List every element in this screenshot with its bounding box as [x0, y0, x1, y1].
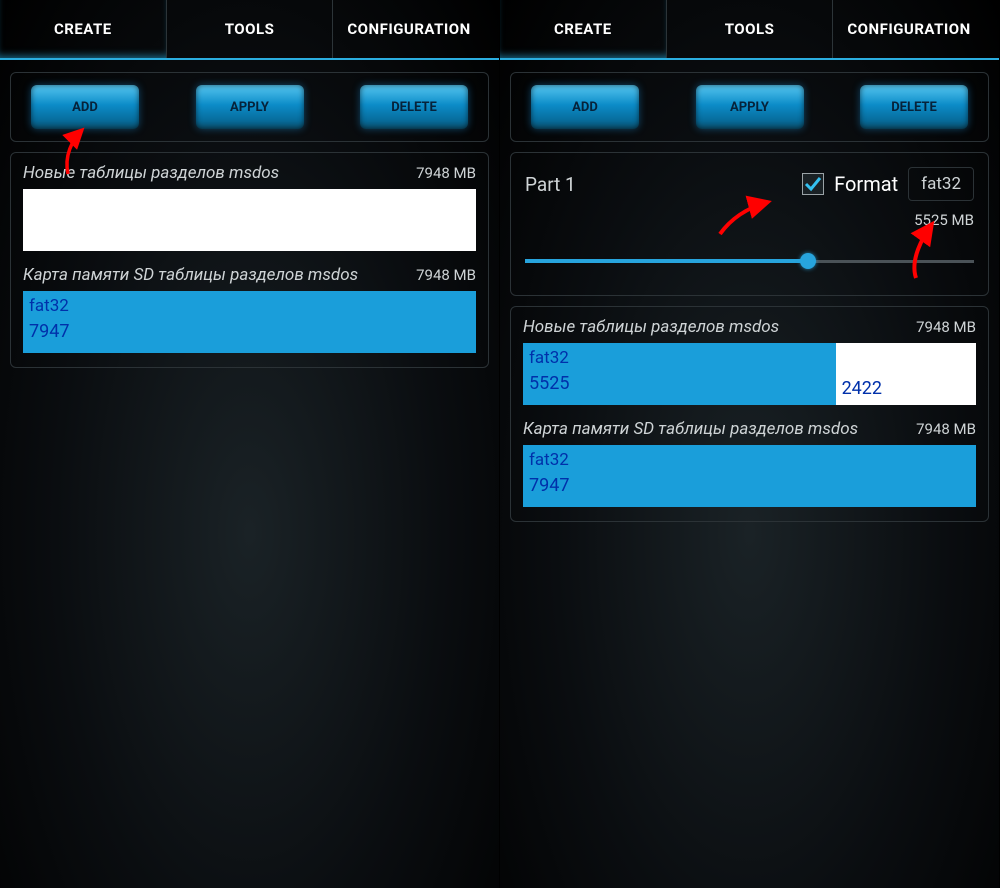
section-size: 7948 MB — [416, 164, 476, 182]
partition-segment-empty — [23, 189, 476, 251]
section-header-new: Новые таблицы разделов msdos 7948 MB — [523, 317, 976, 337]
add-button[interactable]: ADD — [31, 85, 139, 129]
partition-segment-unallocated: 2422 — [836, 343, 976, 405]
format-checkbox[interactable] — [802, 173, 824, 195]
partition-bar-new[interactable] — [23, 189, 476, 251]
selected-size-label: 5525 MB — [914, 211, 974, 229]
partition-segment-fat32: fat32 5525 — [523, 343, 836, 405]
tab-tools[interactable]: TOOLS — [666, 0, 833, 58]
delete-button[interactable]: DELETE — [860, 85, 968, 129]
tab-configuration[interactable]: CONFIGURATION — [332, 0, 499, 58]
segment-size-label: 2422 — [842, 376, 970, 401]
apply-button[interactable]: APPLY — [196, 85, 304, 129]
screen-right: CREATE TOOLS CONFIGURATION ADD APPLY DEL… — [500, 0, 1000, 888]
slider-fill — [525, 259, 808, 263]
partition-config-panel: Part 1 Format fat32 5525 MB — [510, 152, 989, 296]
segment-fs-label: fat32 — [529, 449, 970, 473]
partition-segment-fat32: fat32 7947 — [523, 445, 976, 507]
partition-bar-new[interactable]: fat32 5525 2422 — [523, 343, 976, 405]
check-icon — [804, 175, 822, 193]
partition-segment-fat32: fat32 7947 — [23, 291, 476, 353]
segment-size-label: 7947 — [29, 319, 470, 344]
section-size: 7948 MB — [416, 266, 476, 284]
slider-thumb[interactable] — [800, 253, 816, 269]
filesystem-select[interactable]: fat32 — [908, 167, 974, 201]
toolbar: ADD APPLY DELETE — [10, 72, 489, 142]
segment-size-label: 7947 — [529, 473, 970, 498]
section-title: Карта памяти SD таблицы разделов msdos — [523, 419, 858, 439]
partition-label: Part 1 — [525, 173, 792, 196]
segment-fs-label: fat32 — [529, 347, 830, 371]
partition-bar-sd[interactable]: fat32 7947 — [23, 291, 476, 353]
partition-sections: Новые таблицы разделов msdos 7948 MB fat… — [510, 306, 989, 522]
segment-fs-label: fat32 — [29, 295, 470, 319]
apply-button[interactable]: APPLY — [696, 85, 804, 129]
section-header-sd: Карта памяти SD таблицы разделов msdos 7… — [523, 419, 976, 439]
tab-bar: CREATE TOOLS CONFIGURATION — [0, 0, 499, 60]
tab-tools[interactable]: TOOLS — [166, 0, 333, 58]
tab-configuration[interactable]: CONFIGURATION — [832, 0, 999, 58]
tab-create[interactable]: CREATE — [0, 0, 166, 58]
add-button[interactable]: ADD — [531, 85, 639, 129]
section-size: 7948 MB — [916, 420, 976, 438]
tab-bar: CREATE TOOLS CONFIGURATION — [500, 0, 999, 60]
section-title: Карта памяти SD таблицы разделов msdos — [23, 265, 358, 285]
section-size: 7948 MB — [916, 318, 976, 336]
toolbar: ADD APPLY DELETE — [510, 72, 989, 142]
section-title: Новые таблицы разделов msdos — [523, 317, 779, 337]
tab-create[interactable]: CREATE — [500, 0, 666, 58]
size-slider[interactable] — [525, 251, 974, 271]
section-header-sd: Карта памяти SD таблицы разделов msdos 7… — [23, 265, 476, 285]
delete-button[interactable]: DELETE — [360, 85, 468, 129]
section-title: Новые таблицы разделов msdos — [23, 163, 279, 183]
partition-bar-sd[interactable]: fat32 7947 — [523, 445, 976, 507]
section-header-new: Новые таблицы разделов msdos 7948 MB — [23, 163, 476, 183]
screen-left: CREATE TOOLS CONFIGURATION ADD APPLY DEL… — [0, 0, 500, 888]
format-label: Format — [834, 172, 898, 196]
partition-sections: Новые таблицы разделов msdos 7948 MB Кар… — [10, 152, 489, 368]
segment-size-label: 5525 — [529, 371, 830, 396]
